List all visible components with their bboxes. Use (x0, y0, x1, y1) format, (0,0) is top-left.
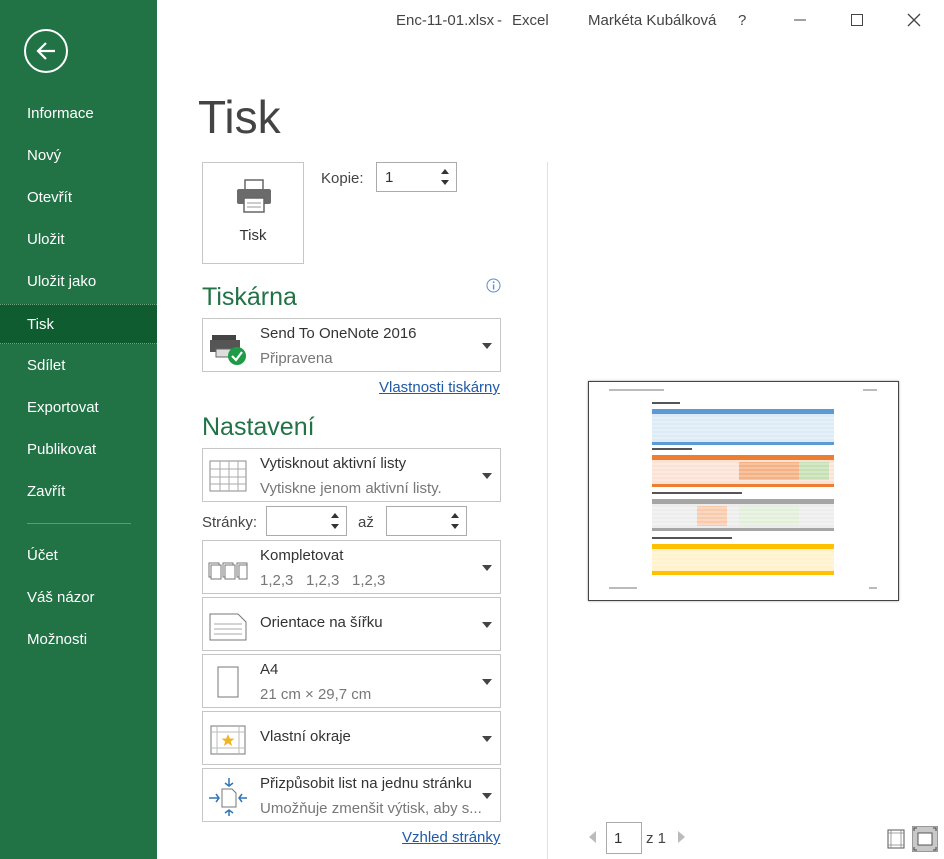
chevron-down-icon (482, 736, 492, 742)
copies-label: Kopie: (321, 170, 364, 187)
page-count-label: z 1 (646, 830, 667, 847)
pane-divider (547, 162, 548, 859)
printer-dropdown[interactable]: Send To OneNote 2016 Připravena (202, 318, 501, 372)
scaling-subtitle: Umožňuje zmenšit výtisk, aby s... (260, 800, 482, 817)
pages-from-stepper[interactable] (266, 506, 347, 536)
printer-status: Připravena (260, 350, 333, 367)
show-margins-icon[interactable] (885, 828, 907, 850)
copies-stepper[interactable]: 1 (376, 162, 457, 192)
nav-zavrit[interactable]: Zavřít (0, 472, 157, 512)
nav-moznosti[interactable]: Možnosti (0, 620, 157, 660)
printer-name: Send To OneNote 2016 (260, 325, 417, 342)
minimize-button[interactable] (785, 6, 815, 34)
nav-ucet[interactable]: Účet (0, 536, 157, 576)
close-button[interactable] (899, 6, 929, 34)
preview-thumbnail (609, 389, 877, 589)
window-separator: - (497, 12, 502, 29)
print-what-dropdown[interactable]: Vytisknout aktivní listy Vytiskne jenom … (202, 448, 501, 502)
spin-arrows-icon[interactable] (440, 166, 450, 188)
collate-dropdown[interactable]: Kompletovat 1,2,3 1,2,3 1,2,3 (202, 540, 501, 594)
nav-ulozit-jako[interactable]: Uložit jako (0, 262, 157, 302)
fit-to-page-icon (209, 778, 247, 816)
printer-ready-icon (210, 335, 246, 365)
nav-otevrit[interactable]: Otevřít (0, 178, 157, 218)
pages-label: Stránky: (202, 514, 258, 531)
spin-arrows-icon[interactable] (450, 510, 460, 532)
nav-tisk[interactable]: Tisk (0, 304, 157, 344)
paper-icon (217, 666, 239, 698)
info-icon[interactable] (486, 278, 501, 293)
chevron-down-icon (482, 679, 492, 685)
chevron-down-icon (482, 793, 492, 799)
current-page-input[interactable]: 1 (606, 822, 642, 854)
title-bar: Enc-11-01.xlsx - Excel Markéta Kubálková… (157, 0, 944, 40)
print-button-label: Tisk (239, 227, 267, 244)
page-title: Tisk (198, 91, 281, 143)
zoom-to-page-button[interactable] (912, 826, 938, 852)
printer-section-title: Tiskárna (202, 283, 297, 311)
maximize-button[interactable] (842, 6, 872, 34)
next-page-icon[interactable] (676, 830, 688, 844)
printer-icon (237, 179, 271, 213)
orientation-dropdown[interactable]: Orientace na šířku (202, 597, 501, 651)
collate-seq-1: 1,2,3 (260, 572, 294, 589)
nav-exportovat[interactable]: Exportovat (0, 388, 157, 428)
sheet-grid-icon (209, 460, 247, 492)
print-button[interactable]: Tisk (202, 162, 304, 264)
chevron-down-icon (482, 473, 492, 479)
paper-size-subtitle: 21 cm × 29,7 cm (260, 686, 372, 703)
nav-divider (27, 523, 131, 524)
previous-page-icon[interactable] (586, 830, 598, 844)
user-name[interactable]: Markéta Kubálková (588, 12, 716, 29)
page-setup-link[interactable]: Vzhled stránky (402, 829, 500, 846)
scaling-dropdown[interactable]: Přizpůsobit list na jednu stránku Umožňu… (202, 768, 501, 822)
margins-icon (210, 725, 246, 755)
chevron-down-icon (482, 565, 492, 571)
settings-section-title: Nastavení (202, 413, 315, 441)
help-button[interactable]: ? (738, 12, 746, 29)
printer-properties-link[interactable]: Vlastnosti tiskárny (379, 379, 500, 396)
nav-novy[interactable]: Nový (0, 136, 157, 176)
pages-to-label: až (358, 514, 374, 531)
margins-dropdown[interactable]: Vlastní okraje (202, 711, 501, 765)
chevron-down-icon (482, 622, 492, 628)
maximize-icon (851, 14, 863, 26)
print-what-title: Vytisknout aktivní listy (260, 455, 407, 472)
minimize-icon (794, 19, 806, 21)
close-icon (907, 13, 921, 27)
zoom-to-page-icon (913, 827, 937, 851)
nav-vas-nazor[interactable]: Váš názor (0, 578, 157, 618)
paper-size-title: A4 (260, 661, 279, 678)
nav-sdilet[interactable]: Sdílet (0, 346, 157, 386)
backstage-sidebar: Informace Nový Otevřít Uložit Uložit jak… (0, 0, 157, 859)
landscape-page-icon (209, 613, 247, 641)
back-button[interactable] (24, 29, 68, 73)
spin-arrows-icon[interactable] (330, 510, 340, 532)
print-what-subtitle: Vytiskne jenom aktivní listy. (260, 480, 442, 497)
nav-ulozit[interactable]: Uložit (0, 220, 157, 260)
orientation-title: Orientace na šířku (260, 614, 383, 631)
collate-icon (208, 562, 248, 580)
copies-value: 1 (385, 169, 394, 186)
collate-seq-2: 1,2,3 (306, 572, 340, 589)
scaling-title: Přizpůsobit list na jednu stránku (260, 775, 472, 792)
window-filename: Enc-11-01.xlsx (396, 12, 495, 29)
paper-size-dropdown[interactable]: A4 21 cm × 29,7 cm (202, 654, 501, 708)
collate-seq-3: 1,2,3 (352, 572, 386, 589)
collate-title: Kompletovat (260, 547, 344, 564)
pages-to-stepper[interactable] (386, 506, 467, 536)
nav-publikovat[interactable]: Publikovat (0, 430, 157, 470)
window-app-name: Excel (512, 12, 549, 29)
chevron-down-icon (482, 343, 492, 349)
nav-informace[interactable]: Informace (0, 94, 157, 134)
print-preview-page (588, 381, 899, 601)
margins-title: Vlastní okraje (260, 728, 351, 745)
arrow-left-icon (36, 42, 55, 60)
